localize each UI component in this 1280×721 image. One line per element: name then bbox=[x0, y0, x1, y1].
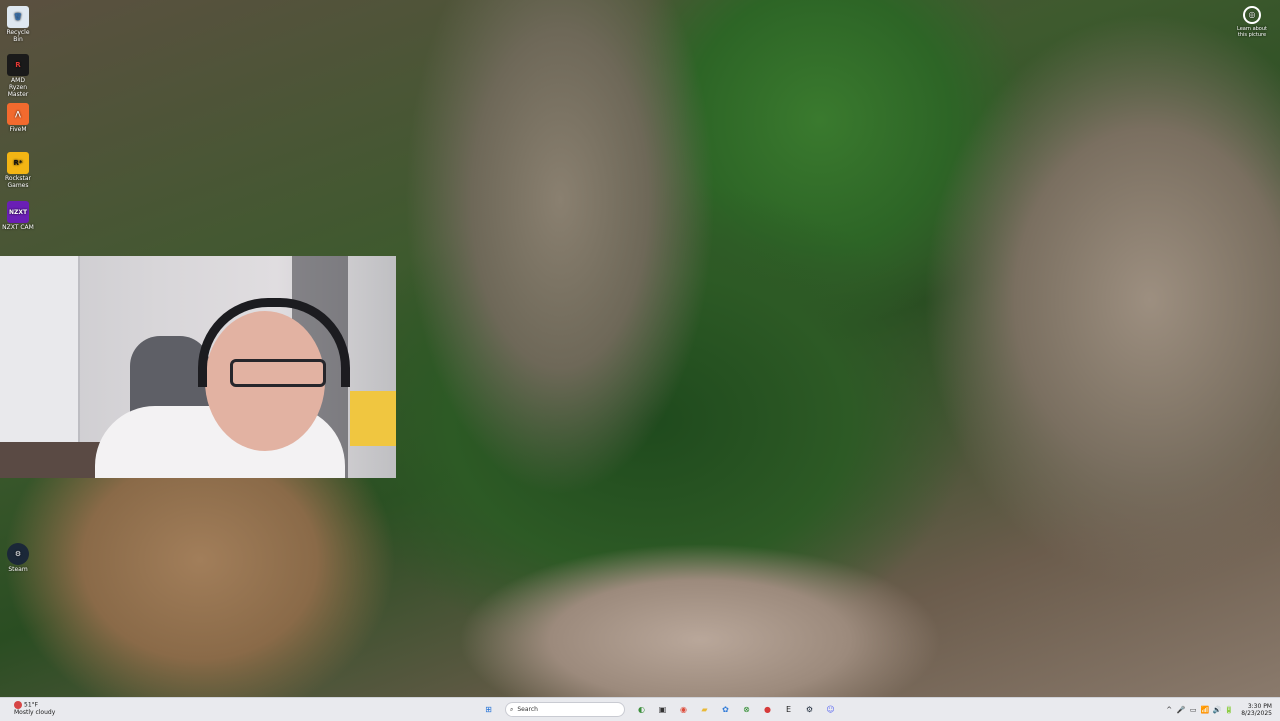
desktop-icon-steam[interactable]: ⚙ Steam bbox=[2, 543, 34, 573]
search-input[interactable]: ⌕ Search bbox=[505, 702, 625, 717]
epic-games-icon[interactable]: E bbox=[780, 701, 797, 718]
learn-about-line2: this picture bbox=[1237, 32, 1267, 38]
weather-condition: Mostly cloudy bbox=[14, 709, 56, 716]
file-explorer-icon[interactable]: ▰ bbox=[696, 701, 713, 718]
taskbar-clock[interactable]: 3:30 PM 8/23/2025 bbox=[1241, 703, 1272, 717]
photos-icon[interactable]: ✿ bbox=[717, 701, 734, 718]
fivem-icon: ⋀ bbox=[7, 103, 29, 125]
webcam-floor bbox=[0, 442, 110, 478]
recycle-bin-icon: 🗑 bbox=[7, 6, 29, 28]
webcam-door bbox=[0, 256, 80, 442]
desktop-icon-nzxt-cam[interactable]: NZXT NZXT CAM bbox=[2, 201, 34, 231]
desktop-icon-rockstar-games[interactable]: R* Rockstar Games bbox=[2, 152, 34, 189]
microphone-icon[interactable]: 🎤 bbox=[1176, 704, 1186, 716]
taskbar-center: ⊞ ⌕ Search ◐ ▣ ◉ ▰ ✿ ⊗ ● E ⚙ ☺ bbox=[478, 701, 841, 718]
camera-icon: ◎ bbox=[1243, 6, 1261, 24]
taskbar: 51°F Mostly cloudy ⊞ ⌕ Search ◐ ▣ ◉ ▰ ✿ … bbox=[0, 697, 1280, 721]
desktop-icon-amd-ryzen-master[interactable]: R AMD Ryzen Master bbox=[2, 54, 34, 98]
volume-icon[interactable]: 🔊 bbox=[1212, 704, 1222, 716]
desktop-icon-label: Rockstar Games bbox=[5, 175, 31, 189]
desktop-icon-label: Recycle Bin bbox=[6, 29, 30, 43]
search-placeholder: Search bbox=[517, 706, 538, 713]
xbox-icon[interactable]: ⊗ bbox=[738, 701, 755, 718]
desktop-icon-label: AMD Ryzen Master bbox=[7, 77, 29, 98]
learn-about-picture-button[interactable]: ◎ Learn about this picture bbox=[1232, 6, 1272, 38]
discord-icon[interactable]: ☺ bbox=[822, 701, 839, 718]
steam-icon: ⚙ bbox=[7, 543, 29, 565]
battery-icon[interactable]: 🔋 bbox=[1224, 704, 1234, 716]
task-view-icon[interactable]: ▣ bbox=[654, 701, 671, 718]
record-icon[interactable]: ● bbox=[759, 701, 776, 718]
desktop-icon-label: Steam bbox=[8, 566, 28, 573]
ryzen-master-icon: R bbox=[7, 54, 29, 76]
widgets-icon[interactable]: ◐ bbox=[633, 701, 650, 718]
clock-date: 8/23/2025 bbox=[1241, 709, 1272, 717]
search-icon: ⌕ bbox=[510, 705, 514, 713]
chrome-icon[interactable]: ◉ bbox=[675, 701, 692, 718]
weather-temp: 51°F bbox=[24, 701, 39, 709]
weather-widget[interactable]: 51°F Mostly cloudy bbox=[14, 701, 55, 716]
desktop-icon-label: FiveM bbox=[9, 126, 27, 133]
weather-alert-icon bbox=[14, 701, 22, 709]
rockstar-icon: R* bbox=[7, 152, 29, 174]
nzxt-cam-icon: NZXT bbox=[7, 201, 29, 223]
desktop-icon-label: NZXT CAM bbox=[2, 224, 34, 231]
start-button[interactable]: ⊞ bbox=[480, 701, 497, 718]
network-icon[interactable]: 📶 bbox=[1200, 704, 1210, 716]
webcam-glasses bbox=[230, 359, 326, 387]
clock-time: 3:30 PM bbox=[1247, 702, 1272, 710]
show-hidden-icons-icon[interactable]: ^ bbox=[1164, 704, 1174, 716]
webcam-overlay bbox=[0, 256, 396, 478]
desktop-icon-fivem[interactable]: ⋀ FiveM bbox=[2, 103, 34, 133]
webcam-shelf bbox=[350, 391, 396, 446]
desktop-icon-recycle-bin[interactable]: 🗑 Recycle Bin bbox=[2, 6, 34, 43]
steam-icon[interactable]: ⚙ bbox=[801, 701, 818, 718]
display-icon[interactable]: ▭ bbox=[1188, 704, 1198, 716]
system-tray: ^ 🎤 ▭ 📶 🔊 🔋 3:30 PM 8/23/2025 bbox=[1163, 701, 1272, 718]
